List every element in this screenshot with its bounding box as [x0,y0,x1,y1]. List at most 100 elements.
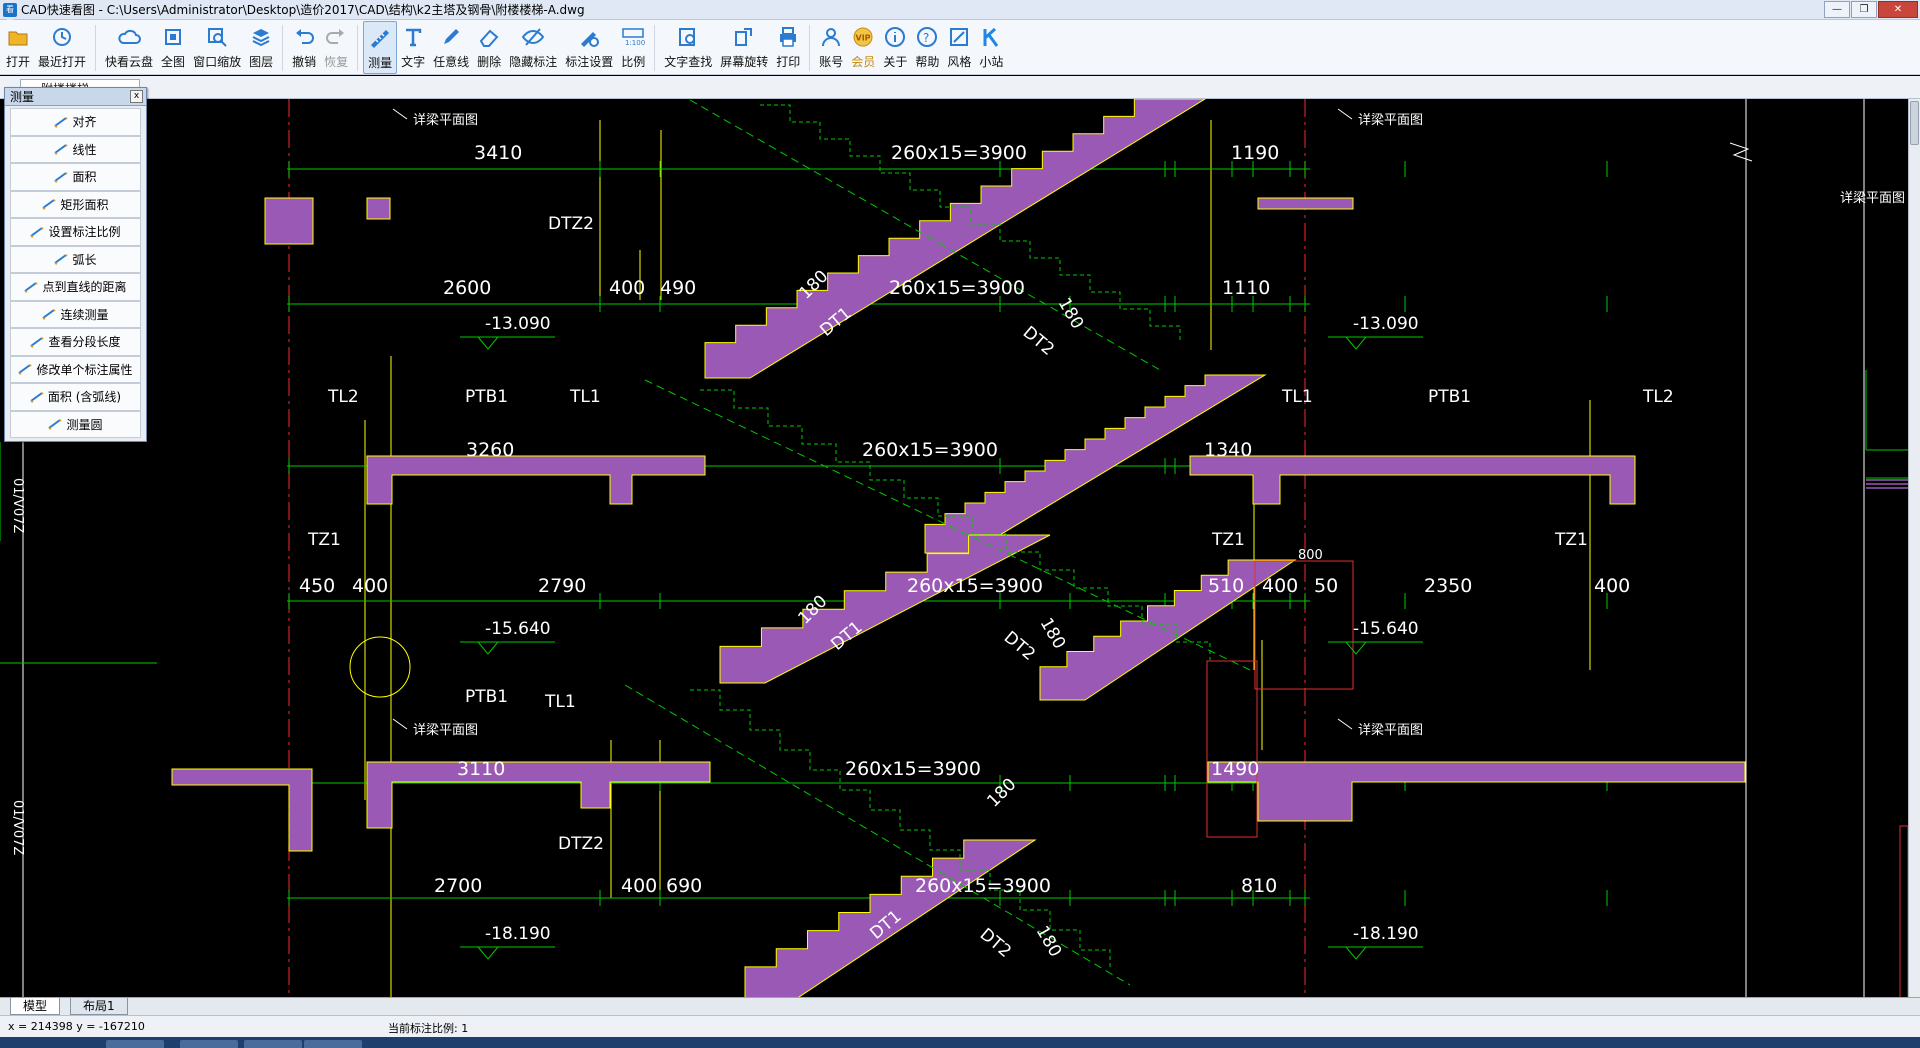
toolbar-open-folder-button[interactable]: 打开 [2,21,34,74]
measure-panel-title: 测量 [10,90,35,104]
dimension-text: 3110 [457,758,505,780]
maximize-button[interactable]: ❐ [1851,1,1877,18]
toolbar-button-label: 快看云盘 [105,55,154,69]
tab-layout1[interactable]: 布局1 [70,998,128,1015]
measure-tool-label: 线性 [72,142,97,157]
toolbar-annotation-settings-button[interactable]: 标注设置 [561,21,617,74]
toolbar-text-search-button[interactable]: 文字查找 [660,21,716,74]
toolbar-hide-button[interactable]: 隐藏标注 [505,21,561,74]
measure-tool-label: 面积 (含弧线) [47,390,122,405]
close-window-button[interactable]: ✕ [1878,1,1918,18]
flight-label: DT2 [976,925,1015,962]
document-tab-strip: 附楼楼梯 [0,76,1920,99]
toolbar-undo-button[interactable]: 撤销 [288,21,320,74]
recent-icon [50,25,74,49]
toolbar-button-label: 打印 [776,55,801,69]
toolbar-layers-button[interactable]: 图层 [245,21,277,74]
measure-tool-linear-measure[interactable]: 线性 [10,135,141,163]
right-fragment-red [1899,825,1908,997]
pen-icon [439,25,463,49]
dimension-text: 260x15=3900 [845,758,981,780]
drawing-canvas[interactable]: 800 3410 260x15=3900 1190 2600 400 490 260x15=3… [0,99,1908,997]
tab-model[interactable]: 模型 [10,998,61,1015]
toolbar-measure-button[interactable]: 测量 [363,21,398,74]
rotate-icon [732,25,756,49]
toolbar-k-station-button[interactable]: 小站 [975,21,1007,74]
leader-line [392,718,408,730]
align-measure-icon [54,116,69,128]
toolbar-button-label: 风格 [947,55,972,69]
edit-annotation-icon [18,363,33,376]
os-taskbar [0,1037,1920,1048]
beam-section [264,197,314,245]
side-note-text: 详梁平面图 [1840,191,1905,206]
riser-height-label: 180 [1054,295,1088,333]
member-label: TZ1 [1554,530,1588,550]
measure-tool-set-scale[interactable]: 设置标注比例 [10,218,141,246]
toolbar-separator [809,25,811,71]
measure-tool-align-measure[interactable]: 对齐 [10,108,141,136]
rect-area-icon [42,198,57,211]
main-toolbar: 打开 最近打开 快看云盘 全图 窗口缩放 图层 撤销 恢复 测量 文字 任意线 删除 隐藏标注 标注设置 1… [0,20,1920,75]
toolbar-recent-button[interactable]: 最近打开 [34,21,90,74]
toolbar-button-label: 隐藏标注 [509,55,558,69]
help-icon: ? [915,25,939,49]
toolbar-eraser-button[interactable]: 删除 [473,21,505,74]
taskbar-item[interactable] [304,1040,362,1048]
measure-tool-point-line-distance[interactable]: 点到直线的距离 [10,273,141,301]
member-label: TL1 [544,692,576,712]
vertical-scrollbar[interactable] [1908,99,1920,997]
toolbar-account-button[interactable]: 账号 [815,21,847,74]
measure-tool-edit-annotation[interactable]: 修改单个标注属性 [10,355,141,383]
toolbar-button-label: 图层 [249,55,274,69]
elevation-triangle [476,641,500,655]
toolbar-cloud-button[interactable]: 快看云盘 [101,21,157,74]
dimension-text: 490 [660,277,696,299]
elevation-text: -15.640 [485,619,551,639]
side-axis-mark: 01/V07Z [10,800,25,855]
toolbar-vip-button[interactable]: VIP 会员 [847,21,879,74]
taskbar-item[interactable] [106,1040,164,1048]
elevation-triangle [476,336,500,350]
measure-tool-arc-length[interactable]: 弧长 [10,245,141,273]
toolbar-scale-button[interactable]: 1:100 比例 [617,21,649,74]
dimension-text: 2700 [434,875,482,897]
dimension-text: 400 [1594,575,1630,597]
taskbar-item[interactable] [244,1040,302,1048]
toolbar-button-label: 小站 [979,55,1004,69]
toolbar-button-label: 账号 [819,55,844,69]
dimension-text: 810 [1241,875,1277,897]
member-label: PTB1 [1428,387,1471,407]
measure-tool-rect-area[interactable]: 矩形面积 [10,190,141,218]
measure-tool-arc-area[interactable]: 面积 (含弧线) [10,383,141,411]
minimize-button[interactable]: — [1824,1,1850,18]
svg-text:1:100: 1:100 [625,39,645,47]
member-label: TL1 [569,387,601,407]
measure-tool-measure-circle[interactable]: 测量圆 [10,410,141,438]
toolbar-print-button[interactable]: 打印 [772,21,804,74]
measure-tool-area[interactable]: 面积 [10,163,141,191]
measure-tool-segment-length[interactable]: 查看分段长度 [10,328,141,356]
scrollbar-thumb[interactable] [1910,101,1919,145]
segment-length-icon [30,336,45,348]
toolbar-style-button[interactable]: 风格 [943,21,975,74]
toolbar-help-button[interactable]: ? 帮助 [911,21,943,74]
toolbar-window-zoom-button[interactable]: 窗口缩放 [189,21,245,74]
toolbar-info-button[interactable]: 关于 [879,21,911,74]
cad-drawing[interactable]: 800 3410 260x15=3900 1190 2600 400 490 260x15=3… [0,99,1908,997]
taskbar-item[interactable] [180,1040,238,1048]
member-label: TZ1 [307,530,341,550]
toolbar-rotate-button[interactable]: 屏幕旋转 [716,21,772,74]
toolbar-button-label: 关于 [883,55,908,69]
toolbar-pen-button[interactable]: 任意线 [429,21,473,74]
measure-tool-continuous-measure[interactable]: 连续测量 [10,300,141,328]
cad-viewer-window: 看图 CAD快速看图 - C:\Users\Administrator\Desk… [0,0,1920,1048]
toolbar-redo-button[interactable]: 恢复 [320,21,352,74]
toolbar-separator [357,25,359,71]
measure-panel-header[interactable]: 测量 x [5,88,146,106]
dimension-text: 400 [609,277,645,299]
close-icon[interactable]: x [130,90,143,103]
toolbar-fit-all-button[interactable]: 全图 [157,21,189,74]
cursor-coordinates: x = 214398 y = -167210 [8,1020,145,1033]
toolbar-text-button[interactable]: 文字 [397,21,429,74]
